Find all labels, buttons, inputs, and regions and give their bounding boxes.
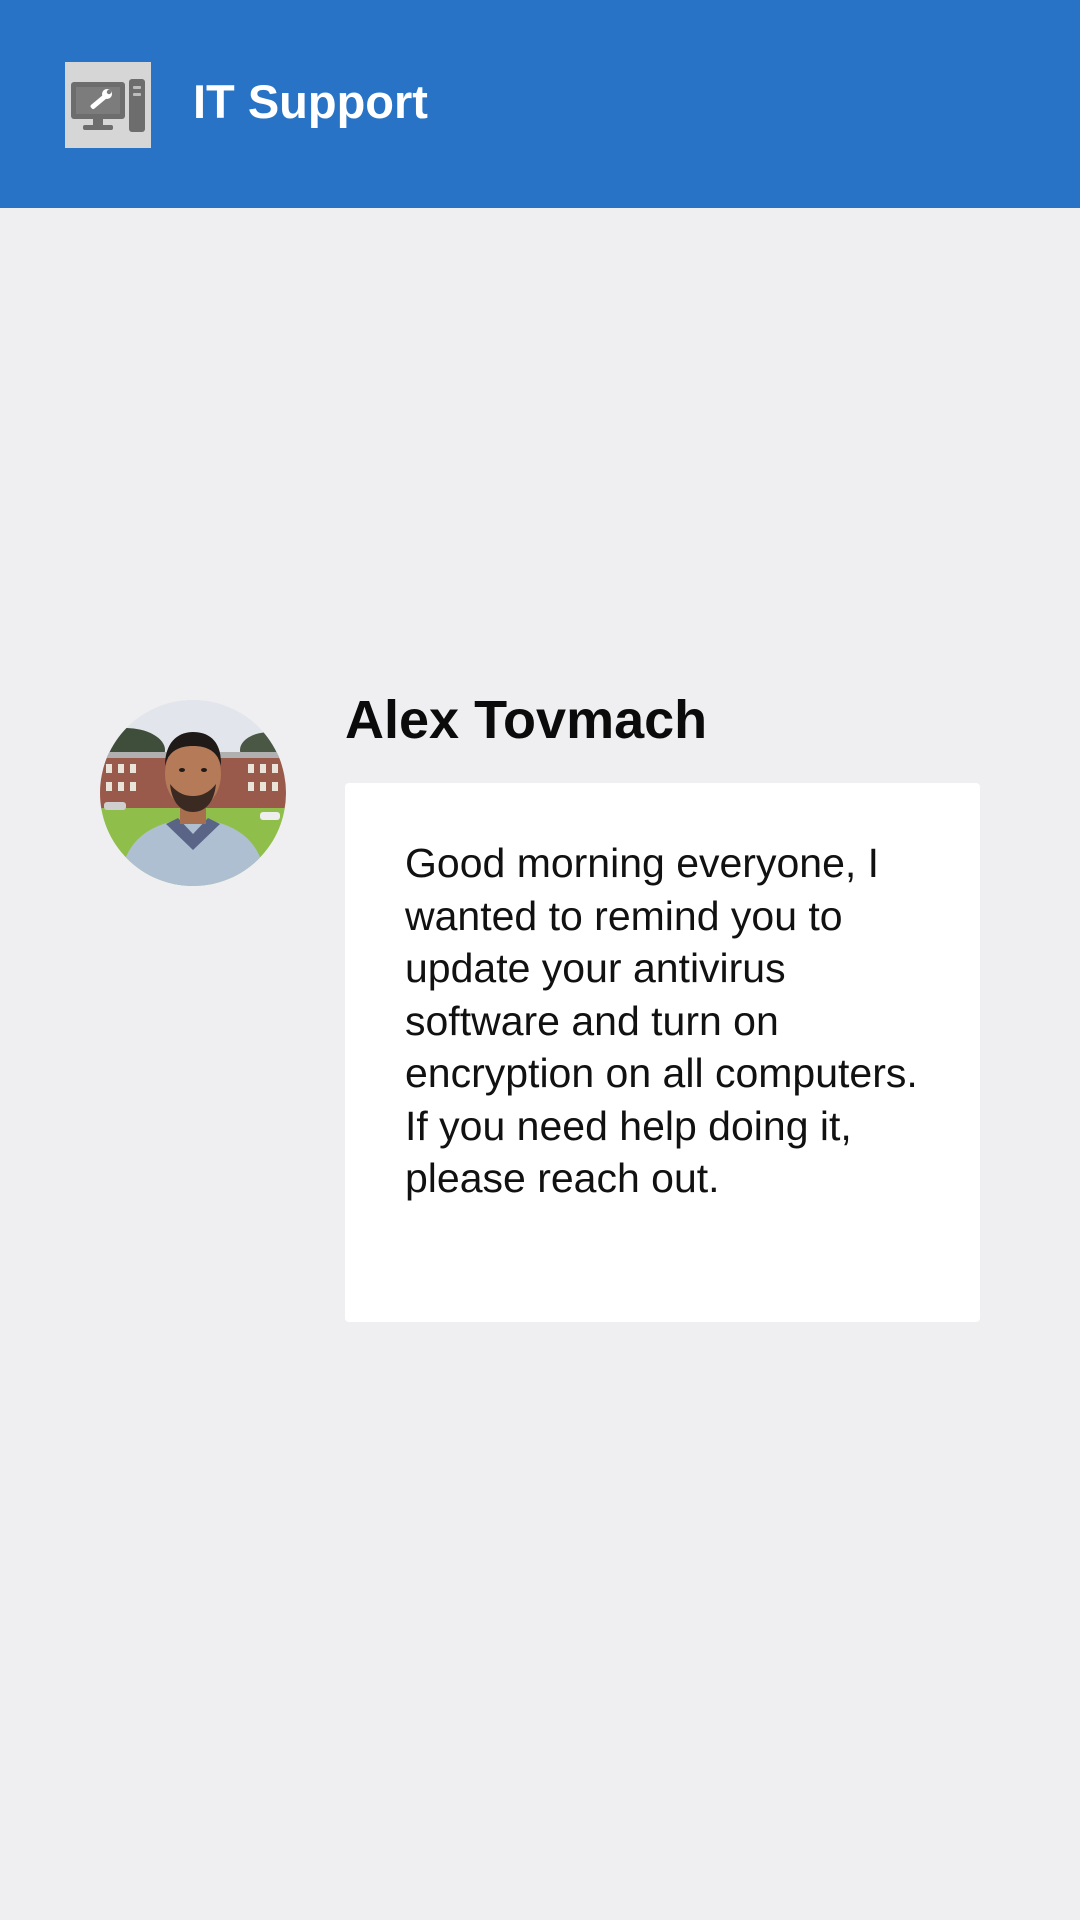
message-bubble: Good morning everyone, I wanted to remin… — [345, 783, 980, 1322]
avatar[interactable] — [100, 700, 286, 886]
sender-name: Alex Tovmach — [345, 690, 708, 750]
app-header: IT Support — [0, 0, 1080, 208]
message-text: Good morning everyone, I wanted to remin… — [405, 840, 918, 1201]
computer-repair-icon[interactable] — [65, 62, 151, 148]
app-title: IT Support — [193, 75, 428, 128]
